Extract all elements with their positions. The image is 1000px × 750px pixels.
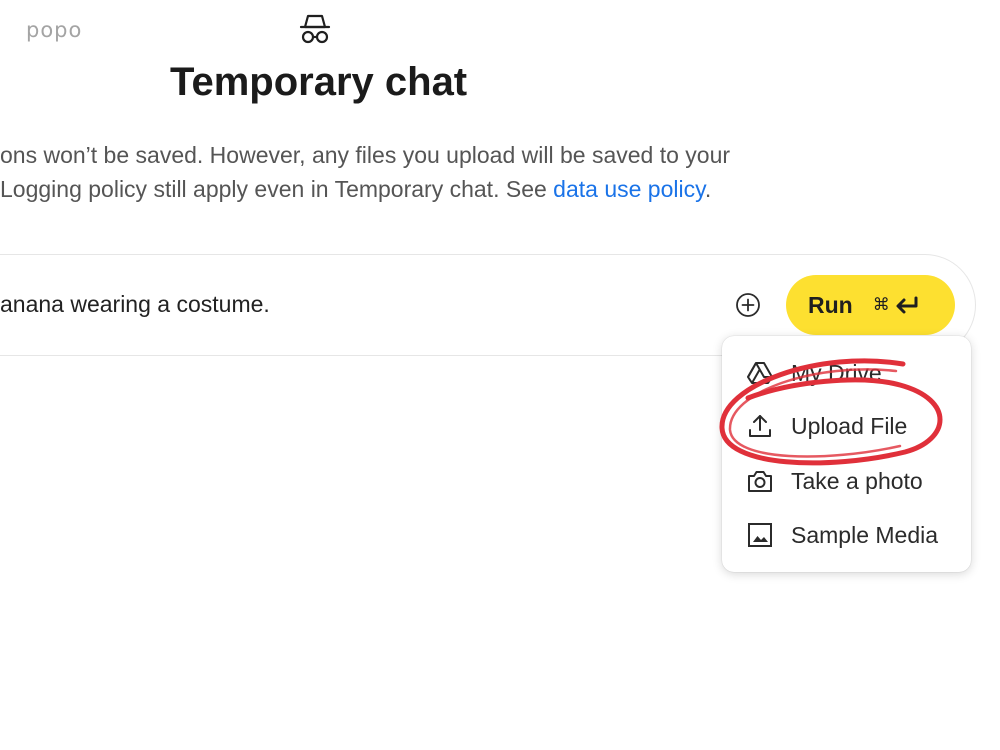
menu-item-label: Sample Media: [791, 521, 939, 548]
notice-line-2-end: .: [704, 176, 712, 202]
enter-key-icon: [896, 296, 918, 314]
privacy-notice: ons won’t be saved. However, any files y…: [0, 138, 730, 206]
watermark: popo: [26, 18, 83, 42]
menu-item-sample-media[interactable]: Sample Media: [722, 508, 971, 562]
keyboard-shortcut: ⌘: [873, 295, 920, 315]
menu-item-label: Take a photo: [791, 467, 923, 494]
incognito-icon: [299, 14, 331, 44]
menu-item-take-photo[interactable]: Take a photo: [722, 454, 971, 508]
run-button-label: Run: [808, 291, 853, 318]
data-use-policy-link[interactable]: data use policy: [553, 176, 705, 202]
add-media-menu: My Drive Upload File Take a photo Sample…: [722, 336, 971, 572]
menu-item-label: Upload File: [791, 412, 908, 439]
add-media-button[interactable]: [735, 292, 761, 318]
image-icon: [748, 523, 772, 547]
menu-item-label: My Drive: [791, 359, 882, 386]
menu-item-my-drive[interactable]: My Drive: [722, 346, 971, 400]
temporary-chat-page: popo Temporary chat ons won’t be saved. …: [0, 0, 1000, 750]
command-key-icon: ⌘: [872, 295, 890, 315]
page-title: Temporary chat: [170, 60, 468, 104]
run-button[interactable]: Run ⌘: [786, 275, 955, 335]
notice-line-2-text: Logging policy still apply even in Tempo…: [0, 176, 554, 202]
drive-icon: [747, 362, 773, 384]
notice-line-1: ons won’t be saved. However, any files y…: [0, 142, 731, 168]
notice-line-2: Logging policy still apply even in Tempo…: [0, 172, 730, 206]
camera-icon: [748, 471, 772, 492]
menu-item-upload-file[interactable]: Upload File: [722, 399, 971, 453]
prompt-input[interactable]: anana wearing a costume.: [0, 291, 270, 318]
upload-icon: [749, 415, 771, 437]
